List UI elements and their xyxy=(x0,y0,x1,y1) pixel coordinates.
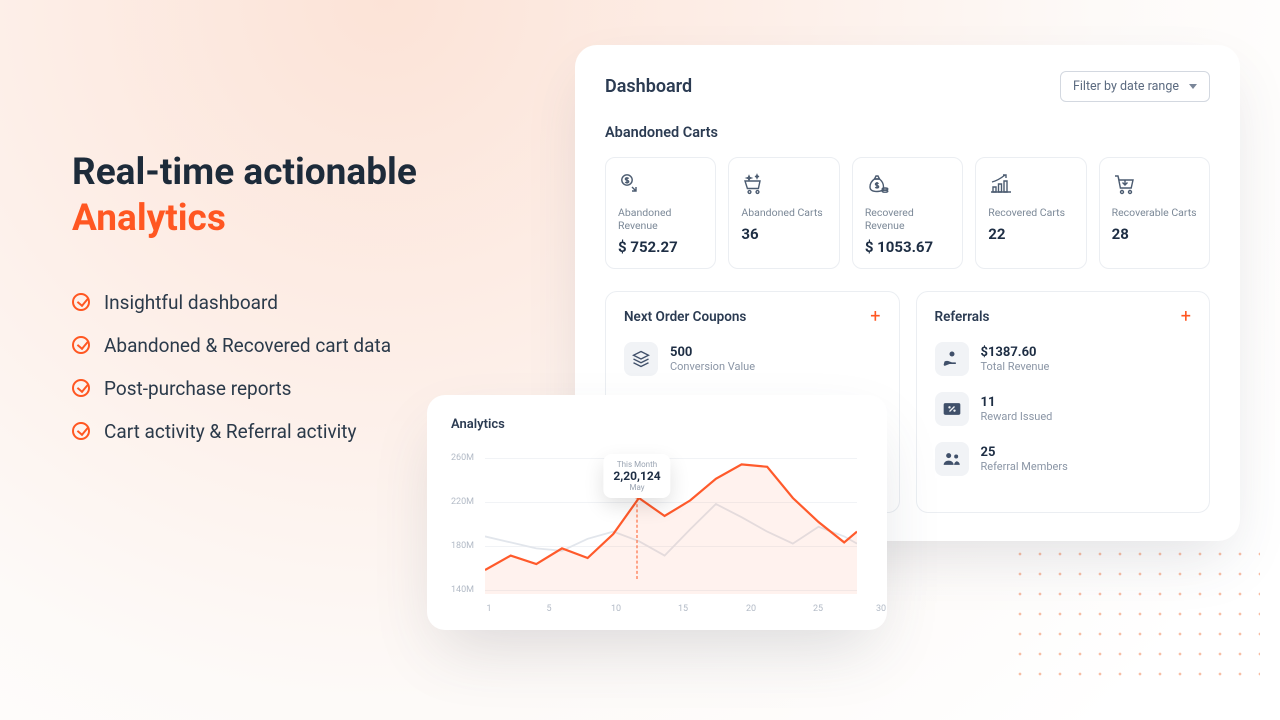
members-icon xyxy=(935,442,969,476)
feature-label: Post-purchase reports xyxy=(104,377,292,400)
decorative-dots xyxy=(1010,544,1260,684)
x-tick: 10 xyxy=(611,604,621,614)
metric-label: Reward Issued xyxy=(981,410,1053,423)
stat-value: 36 xyxy=(741,225,826,243)
x-tick: 5 xyxy=(546,604,551,614)
metric-label: Referral Members xyxy=(981,460,1068,473)
stat-value: 22 xyxy=(988,225,1073,243)
y-tick: 220M xyxy=(451,497,474,507)
feature-label: Cart activity & Referral activity xyxy=(104,420,356,443)
x-tick: 15 xyxy=(678,604,688,614)
metric-label: Conversion Value xyxy=(670,360,755,373)
stat-recoverable-carts[interactable]: Recoverable Carts 28 xyxy=(1099,157,1210,269)
chart-tooltip: This Month 2,20,124 May xyxy=(603,454,670,498)
dashboard-title: Dashboard xyxy=(605,76,692,97)
x-tick: 20 xyxy=(746,604,756,614)
stat-value: 28 xyxy=(1112,225,1197,243)
panel-title: Referrals xyxy=(935,309,990,325)
check-icon xyxy=(72,336,90,354)
metric-row: 11 Reward Issued xyxy=(935,392,1192,426)
check-icon xyxy=(72,379,90,397)
metric-value: $1387.60 xyxy=(981,345,1050,360)
chart-highlight-line xyxy=(637,494,638,579)
panel-title: Next Order Coupons xyxy=(624,309,746,325)
headline-line1: Real-time actionable xyxy=(72,151,417,194)
section-heading-abandoned: Abandoned Carts xyxy=(605,124,1210,141)
metric-value: 11 xyxy=(981,395,1053,410)
analytics-card: Analytics 260M 220M 180M 140M This Month… xyxy=(427,395,887,630)
metric-row: 25 Referral Members xyxy=(935,442,1192,476)
metric-value: 500 xyxy=(670,345,755,360)
chart-svg xyxy=(485,450,857,594)
y-tick: 180M xyxy=(451,541,474,551)
stat-value: $ 1053.67 xyxy=(865,238,950,256)
x-tick: 25 xyxy=(813,604,823,614)
tooltip-title: This Month xyxy=(613,460,660,469)
feature-item: Abandoned & Recovered cart data xyxy=(72,334,502,357)
stat-label: Recovered Revenue xyxy=(865,206,950,232)
stat-card-row: Abandoned Revenue $ 752.27 Abandoned Car… xyxy=(605,157,1210,269)
chevron-down-icon xyxy=(1189,84,1197,89)
metric-row: $1387.60 Total Revenue xyxy=(935,342,1192,376)
x-tick: 30 xyxy=(876,604,886,614)
add-icon[interactable]: + xyxy=(870,308,880,326)
metric-row: 500 Conversion Value xyxy=(624,342,881,376)
growth-bar-icon xyxy=(988,172,1073,198)
stat-recovered-revenue[interactable]: Recovered Revenue $ 1053.67 xyxy=(852,157,963,269)
feature-item: Insightful dashboard xyxy=(72,291,502,314)
layers-icon xyxy=(624,342,658,376)
check-icon xyxy=(72,293,90,311)
feature-label: Abandoned & Recovered cart data xyxy=(104,334,391,357)
y-tick: 260M xyxy=(451,453,474,463)
y-tick: 140M xyxy=(451,585,474,595)
money-bag-icon xyxy=(865,172,950,198)
metric-label: Total Revenue xyxy=(981,360,1050,373)
tooltip-value: 2,20,124 xyxy=(613,469,660,483)
stat-label: Abandoned Revenue xyxy=(618,206,703,232)
analytics-chart[interactable]: 260M 220M 180M 140M This Month 2,20,124 … xyxy=(451,444,863,614)
check-icon xyxy=(72,422,90,440)
add-icon[interactable]: + xyxy=(1181,308,1191,326)
metric-value: 25 xyxy=(981,445,1068,460)
cart-icon xyxy=(1112,172,1197,198)
hand-coin-icon xyxy=(935,342,969,376)
stat-label: Recoverable Carts xyxy=(1112,206,1197,219)
analytics-title: Analytics xyxy=(451,417,863,432)
x-tick: 1 xyxy=(486,604,491,614)
cart-sparkle-icon xyxy=(741,172,826,198)
panel-referrals: Referrals + $1387.60 Total Revenue 11 Re… xyxy=(916,291,1211,513)
stat-abandoned-revenue[interactable]: Abandoned Revenue $ 752.27 xyxy=(605,157,716,269)
date-range-filter[interactable]: Filter by date range xyxy=(1060,71,1210,102)
dashboard-header: Dashboard Filter by date range xyxy=(605,71,1210,102)
stat-abandoned-carts[interactable]: Abandoned Carts 36 xyxy=(728,157,839,269)
stat-label: Recovered Carts xyxy=(988,206,1073,219)
stat-label: Abandoned Carts xyxy=(741,206,826,219)
dollar-down-icon xyxy=(618,172,703,198)
headline-line2: Analytics xyxy=(72,196,502,242)
coupon-percent-icon xyxy=(935,392,969,426)
feature-label: Insightful dashboard xyxy=(104,291,278,314)
headline: Real-time actionable Analytics xyxy=(72,150,502,243)
stat-value: $ 752.27 xyxy=(618,238,703,256)
stat-recovered-carts[interactable]: Recovered Carts 22 xyxy=(975,157,1086,269)
filter-label: Filter by date range xyxy=(1073,79,1179,94)
tooltip-sub: May xyxy=(613,483,660,492)
